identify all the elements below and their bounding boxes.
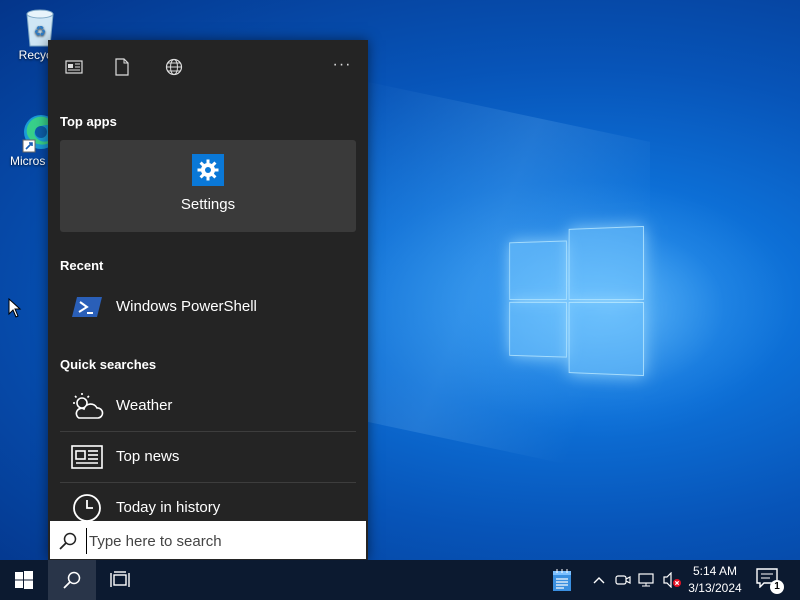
clock-icon xyxy=(70,493,104,523)
volume-muted-icon xyxy=(663,572,681,588)
globe-filter-icon[interactable] xyxy=(162,56,186,78)
notepad-app-icon xyxy=(553,569,571,591)
news-filter-icon[interactable] xyxy=(62,56,86,78)
recent-heading: Recent xyxy=(60,258,104,273)
svg-text:♻: ♻ xyxy=(34,24,47,40)
top-app-settings[interactable]: Settings xyxy=(60,140,356,232)
volume-button[interactable] xyxy=(660,560,684,600)
quick-search-weather[interactable]: Weather xyxy=(60,381,356,432)
quick-search-top-news[interactable]: Top news xyxy=(60,432,356,483)
quick-search-label: Weather xyxy=(116,397,173,414)
top-app-label: Settings xyxy=(180,196,236,213)
wallpaper-windows-logo xyxy=(509,225,644,377)
powershell-icon xyxy=(70,292,104,322)
start-button[interactable] xyxy=(0,560,48,600)
search-icon xyxy=(58,531,78,556)
task-view-icon xyxy=(110,571,130,587)
quick-search-label: Top news xyxy=(116,448,180,465)
taskbar-search-box[interactable] xyxy=(50,521,366,559)
quick-searches-heading: Quick searches xyxy=(60,357,157,372)
search-icon xyxy=(63,571,81,589)
recent-item-powershell[interactable]: Windows PowerShell xyxy=(60,282,356,332)
network-button[interactable] xyxy=(636,560,658,600)
clock-time: 5:14 AM xyxy=(692,564,738,578)
weather-icon xyxy=(70,391,104,421)
search-panel-toolbar: ··· xyxy=(48,40,368,94)
show-hidden-icons-button[interactable] xyxy=(588,560,610,600)
quick-search-label: Today in history xyxy=(116,499,221,516)
taskbar-search-button[interactable] xyxy=(48,560,96,600)
taskbar-clock[interactable]: 5:14 AM 3/13/2024 xyxy=(684,563,746,597)
mouse-cursor-icon xyxy=(8,297,22,323)
task-view-button[interactable] xyxy=(96,560,144,600)
document-filter-icon[interactable] xyxy=(110,56,134,78)
recent-item-label: Windows PowerShell xyxy=(116,298,257,315)
more-options-button[interactable]: ··· xyxy=(330,54,354,76)
windows-start-icon xyxy=(15,571,33,589)
camera-icon xyxy=(615,575,631,585)
search-input[interactable] xyxy=(86,528,361,554)
taskbar: 5:14 AM 3/13/2024 1 xyxy=(0,560,800,600)
meet-now-button[interactable] xyxy=(612,560,634,600)
action-center-button[interactable]: 1 xyxy=(756,568,784,594)
clock-date: 3/13/2024 xyxy=(688,581,742,595)
newspaper-icon xyxy=(70,442,104,472)
search-panel: ··· Top apps Settings Recent Windows Pow… xyxy=(48,40,368,560)
top-apps-heading: Top apps xyxy=(60,114,117,129)
notification-badge: 1 xyxy=(770,580,784,594)
settings-gear-icon xyxy=(192,154,224,186)
network-icon xyxy=(638,573,654,587)
chevron-up-icon xyxy=(593,577,605,584)
taskbar-app-notepad[interactable] xyxy=(540,560,584,600)
